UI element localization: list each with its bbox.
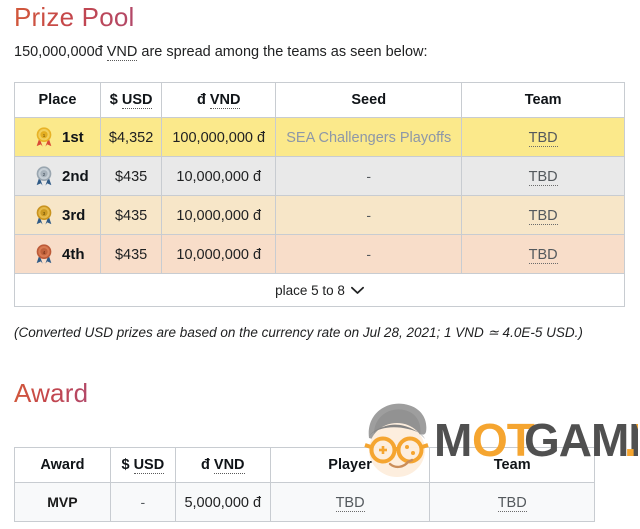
- seed-empty: -: [366, 246, 372, 262]
- vnd-amount: 5,000,000 đ: [184, 494, 262, 511]
- award-name: MVP: [14, 482, 111, 522]
- column-header-usd: $ USD: [109, 447, 176, 483]
- seed-empty: -: [366, 207, 372, 223]
- vnd-abbr-header[interactable]: VND: [213, 457, 245, 474]
- column-header-award: Award: [14, 447, 111, 483]
- vnd-amount: 10,000,000 đ: [176, 207, 262, 224]
- prize-pool-page: Prize Pool 150,000,000đ VND are spread a…: [0, 0, 640, 529]
- player-tbd-link[interactable]: TBD: [335, 494, 365, 512]
- prize-pool-intro: 150,000,000đ VND are spread among the te…: [14, 44, 428, 61]
- prize-table-header-row: Place $ USD đ VND Seed Team: [14, 82, 625, 118]
- page-title-award: Award: [14, 378, 89, 408]
- vnd-amount: 10,000,000 đ: [176, 168, 262, 185]
- prize-pool-amount: 150,000,000đ: [14, 44, 107, 60]
- team-tbd-link[interactable]: TBD: [528, 246, 558, 264]
- team-value: TBD: [429, 482, 595, 522]
- usd-amount: $4,352: [108, 129, 154, 146]
- column-header-place: Place: [14, 82, 101, 118]
- usd-value: -: [109, 482, 176, 522]
- usd-amount: -: [140, 494, 146, 510]
- vnd-amount: 10,000,000 đ: [176, 246, 262, 263]
- table-row: 1 1st $4,352 100,000,000 đ SEA Challenge…: [14, 117, 625, 157]
- seed-link[interactable]: SEA Challengers Playoffs: [286, 130, 451, 146]
- prize-pool-intro-suffix: are spread among the teams as seen below…: [137, 44, 428, 60]
- page-title-prize-pool: Prize Pool: [14, 2, 135, 32]
- usd-symbol: $: [109, 92, 118, 108]
- gold-medal-icon: 1: [36, 127, 52, 147]
- watermark-text-vn: .VN: [624, 414, 638, 466]
- table-row: 4 4th $435 10,000,000 đ - TBD: [14, 234, 625, 274]
- team-tbd-link[interactable]: TBD: [528, 129, 558, 147]
- column-header-vnd: đ VND: [161, 82, 277, 118]
- team-value: TBD: [461, 117, 625, 157]
- award-table: Award $ USD đ VND Player Team MVP - 5,00…: [14, 447, 595, 522]
- usd-abbr[interactable]: USD: [121, 92, 153, 109]
- column-header-usd: $ USD: [99, 82, 163, 118]
- column-header-seed: Seed: [275, 82, 463, 118]
- column-header-vnd: đ VND: [174, 447, 271, 483]
- usd-amount: $435: [114, 168, 148, 185]
- place-label: 4th: [62, 245, 85, 263]
- team-tbd-link[interactable]: TBD: [528, 207, 558, 225]
- player-value: TBD: [269, 482, 431, 522]
- vnd-value: 100,000,000 đ: [161, 117, 277, 157]
- team-tbd-link[interactable]: TBD: [497, 494, 527, 512]
- usd-value: $435: [99, 156, 163, 196]
- expand-places-row[interactable]: place 5 to 8: [14, 273, 625, 307]
- silver-medal-icon: 2: [36, 166, 52, 186]
- place-label: 2nd: [62, 167, 89, 185]
- vnd-symbol: đ: [196, 92, 206, 108]
- vnd-value: 10,000,000 đ: [161, 195, 277, 235]
- vnd-value: 10,000,000 đ: [161, 234, 277, 274]
- copper-medal-icon: 4: [36, 244, 52, 264]
- column-header-team: Team: [461, 82, 625, 118]
- usd-amount: $435: [114, 246, 148, 263]
- seed-value: -: [275, 234, 463, 274]
- expand-places-label: place 5 to 8: [275, 282, 345, 298]
- place-cell: 2 2nd: [14, 156, 101, 196]
- table-row: 2 2nd $435 10,000,000 đ - TBD: [14, 156, 625, 196]
- team-value: TBD: [461, 195, 625, 235]
- usd-value: $435: [99, 195, 163, 235]
- chevron-down-icon[interactable]: [350, 286, 364, 295]
- usd-symbol: $: [121, 457, 130, 473]
- column-header-player: Player: [269, 447, 431, 483]
- seed-value: -: [275, 156, 463, 196]
- vnd-abbr[interactable]: VND: [106, 44, 138, 61]
- team-value: TBD: [461, 156, 625, 196]
- vnd-symbol: đ: [201, 457, 210, 473]
- currency-conversion-note: (Converted USD prizes are based on the c…: [14, 325, 583, 340]
- expand-places-cell[interactable]: place 5 to 8: [14, 273, 625, 307]
- vnd-value: 5,000,000 đ: [174, 482, 271, 522]
- vnd-abbr-header[interactable]: VND: [209, 92, 241, 109]
- usd-value: $4,352: [99, 117, 163, 157]
- team-value: TBD: [461, 234, 625, 274]
- usd-abbr[interactable]: USD: [133, 457, 165, 474]
- place-label: 1st: [62, 128, 84, 146]
- table-row: MVP - 5,000,000 đ TBD TBD: [14, 482, 595, 522]
- place-cell: 3 3rd: [14, 195, 101, 235]
- place-label: 3rd: [62, 206, 86, 224]
- vnd-amount: 100,000,000 đ: [172, 129, 266, 146]
- seed-value: SEA Challengers Playoffs: [275, 117, 463, 157]
- award-table-header-row: Award $ USD đ VND Player Team: [14, 447, 595, 483]
- usd-amount: $435: [114, 207, 148, 224]
- place-cell: 4 4th: [14, 234, 101, 274]
- table-row: 3 3rd $435 10,000,000 đ - TBD: [14, 195, 625, 235]
- usd-value: $435: [99, 234, 163, 274]
- column-header-team: Team: [429, 447, 595, 483]
- seed-value: -: [275, 195, 463, 235]
- place-cell: 1 1st: [14, 117, 101, 157]
- prize-pool-table: Place $ USD đ VND Seed Team 1 1st $4,352…: [14, 82, 625, 307]
- seed-empty: -: [366, 168, 372, 184]
- team-tbd-link[interactable]: TBD: [528, 168, 558, 186]
- bronze-medal-icon: 3: [36, 205, 52, 225]
- vnd-value: 10,000,000 đ: [161, 156, 277, 196]
